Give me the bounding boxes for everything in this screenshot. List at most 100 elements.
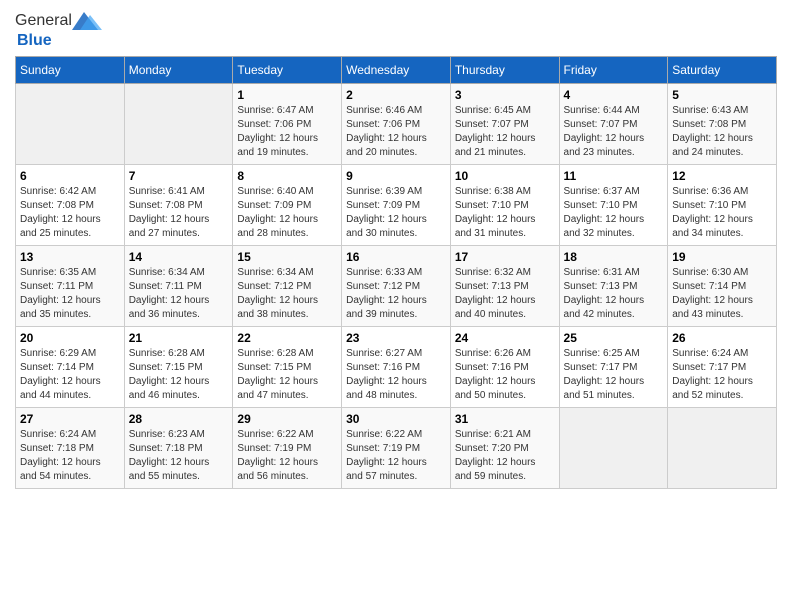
day-number: 5 (672, 88, 772, 102)
day-number: 14 (129, 250, 229, 264)
week-row-5: 27 Sunrise: 6:24 AM Sunset: 7:18 PM Dayli… (16, 408, 777, 489)
day-cell: 20 Sunrise: 6:29 AM Sunset: 7:14 PM Dayli… (16, 327, 125, 408)
day-cell: 17Sunrise: 6:32 AM Sunset: 7:13 PM Dayli… (450, 246, 559, 327)
day-info: Sunrise: 6:27 AM Sunset: 7:16 PM Dayligh… (346, 347, 446, 403)
day-cell: 16 Sunrise: 6:33 AM Sunset: 7:12 PM Dayli… (342, 246, 451, 327)
header-day-thursday: Thursday (450, 57, 559, 84)
day-number: 19 (672, 250, 772, 264)
day-cell (559, 408, 668, 489)
day-number: 31 (455, 412, 555, 426)
day-cell: 5 Sunrise: 6:43 AM Sunset: 7:08 PM Daylig… (668, 84, 777, 165)
header-day-friday: Friday (559, 57, 668, 84)
day-number: 26 (672, 331, 772, 345)
day-cell: 1Sunrise: 6:47 AM Sunset: 7:06 PM Daylig… (233, 84, 342, 165)
calendar-body: 1Sunrise: 6:47 AM Sunset: 7:06 PM Daylig… (16, 84, 777, 489)
day-info: Sunrise: 6:28 AM Sunset: 7:15 PM Dayligh… (129, 347, 229, 403)
day-cell: 12 Sunrise: 6:36 AM Sunset: 7:10 PM Dayli… (668, 165, 777, 246)
day-cell: 14Sunrise: 6:34 AM Sunset: 7:11 PM Dayli… (124, 246, 233, 327)
day-cell: 30 Sunrise: 6:22 AM Sunset: 7:19 PM Dayli… (342, 408, 451, 489)
header-day-monday: Monday (124, 57, 233, 84)
day-info: Sunrise: 6:36 AM Sunset: 7:10 PM Dayligh… (672, 185, 772, 241)
day-number: 7 (129, 169, 229, 183)
day-info: Sunrise: 6:32 AM Sunset: 7:13 PM Dayligh… (455, 266, 555, 322)
day-cell: 21 Sunrise: 6:28 AM Sunset: 7:15 PM Dayli… (124, 327, 233, 408)
day-info: Sunrise: 6:24 AM Sunset: 7:18 PM Dayligh… (20, 428, 120, 484)
day-cell: 13 Sunrise: 6:35 AM Sunset: 7:11 PM Dayli… (16, 246, 125, 327)
day-number: 22 (237, 331, 337, 345)
day-number: 15 (237, 250, 337, 264)
day-number: 6 (20, 169, 120, 183)
header-day-tuesday: Tuesday (233, 57, 342, 84)
page-header: General Blue (15, 10, 777, 50)
day-number: 20 (20, 331, 120, 345)
day-info: Sunrise: 6:41 AM Sunset: 7:08 PM Dayligh… (129, 185, 229, 241)
day-cell: 8 Sunrise: 6:40 AM Sunset: 7:09 PM Daylig… (233, 165, 342, 246)
day-info: Sunrise: 6:37 AM Sunset: 7:10 PM Dayligh… (564, 185, 664, 241)
day-number: 28 (129, 412, 229, 426)
day-info: Sunrise: 6:34 AM Sunset: 7:12 PM Dayligh… (237, 266, 337, 322)
header-day-sunday: Sunday (16, 57, 125, 84)
day-info: Sunrise: 6:26 AM Sunset: 7:16 PM Dayligh… (455, 347, 555, 403)
day-cell: 25 Sunrise: 6:25 AM Sunset: 7:17 PM Dayli… (559, 327, 668, 408)
day-number: 30 (346, 412, 446, 426)
day-cell: 18Sunrise: 6:31 AM Sunset: 7:13 PM Dayli… (559, 246, 668, 327)
day-info: Sunrise: 6:33 AM Sunset: 7:12 PM Dayligh… (346, 266, 446, 322)
day-number: 16 (346, 250, 446, 264)
day-info: Sunrise: 6:28 AM Sunset: 7:15 PM Dayligh… (237, 347, 337, 403)
day-number: 8 (237, 169, 337, 183)
day-info: Sunrise: 6:44 AM Sunset: 7:07 PM Dayligh… (564, 104, 664, 160)
header-day-wednesday: Wednesday (342, 57, 451, 84)
day-info: Sunrise: 6:30 AM Sunset: 7:14 PM Dayligh… (672, 266, 772, 322)
day-cell: 4 Sunrise: 6:44 AM Sunset: 7:07 PM Daylig… (559, 84, 668, 165)
day-info: Sunrise: 6:21 AM Sunset: 7:20 PM Dayligh… (455, 428, 555, 484)
day-info: Sunrise: 6:35 AM Sunset: 7:11 PM Dayligh… (20, 266, 120, 322)
day-info: Sunrise: 6:25 AM Sunset: 7:17 PM Dayligh… (564, 347, 664, 403)
day-number: 4 (564, 88, 664, 102)
week-row-4: 20 Sunrise: 6:29 AM Sunset: 7:14 PM Dayli… (16, 327, 777, 408)
day-info: Sunrise: 6:22 AM Sunset: 7:19 PM Dayligh… (237, 428, 337, 484)
week-row-2: 6Sunrise: 6:42 AM Sunset: 7:08 PM Daylig… (16, 165, 777, 246)
week-row-3: 13 Sunrise: 6:35 AM Sunset: 7:11 PM Dayli… (16, 246, 777, 327)
day-info: Sunrise: 6:39 AM Sunset: 7:09 PM Dayligh… (346, 185, 446, 241)
day-cell: 11 Sunrise: 6:37 AM Sunset: 7:10 PM Dayli… (559, 165, 668, 246)
day-number: 29 (237, 412, 337, 426)
day-number: 24 (455, 331, 555, 345)
day-cell: 28 Sunrise: 6:23 AM Sunset: 7:18 PM Dayli… (124, 408, 233, 489)
calendar-table: SundayMondayTuesdayWednesdayThursdayFrid… (15, 56, 777, 489)
day-number: 25 (564, 331, 664, 345)
day-info: Sunrise: 6:46 AM Sunset: 7:06 PM Dayligh… (346, 104, 446, 160)
header-day-saturday: Saturday (668, 57, 777, 84)
day-number: 9 (346, 169, 446, 183)
day-info: Sunrise: 6:40 AM Sunset: 7:09 PM Dayligh… (237, 185, 337, 241)
day-cell: 7 Sunrise: 6:41 AM Sunset: 7:08 PM Daylig… (124, 165, 233, 246)
day-info: Sunrise: 6:45 AM Sunset: 7:07 PM Dayligh… (455, 104, 555, 160)
day-cell: 15 Sunrise: 6:34 AM Sunset: 7:12 PM Dayli… (233, 246, 342, 327)
day-cell: 19 Sunrise: 6:30 AM Sunset: 7:14 PM Dayli… (668, 246, 777, 327)
day-number: 12 (672, 169, 772, 183)
day-cell: 3 Sunrise: 6:45 AM Sunset: 7:07 PM Daylig… (450, 84, 559, 165)
day-cell: 10 Sunrise: 6:38 AM Sunset: 7:10 PM Dayli… (450, 165, 559, 246)
day-number: 11 (564, 169, 664, 183)
day-info: Sunrise: 6:22 AM Sunset: 7:19 PM Dayligh… (346, 428, 446, 484)
day-cell: 2 Sunrise: 6:46 AM Sunset: 7:06 PM Daylig… (342, 84, 451, 165)
week-row-1: 1Sunrise: 6:47 AM Sunset: 7:06 PM Daylig… (16, 84, 777, 165)
logo-general-text: General (15, 12, 72, 30)
logo-icon (72, 10, 102, 32)
day-number: 27 (20, 412, 120, 426)
day-cell: 22 Sunrise: 6:28 AM Sunset: 7:15 PM Dayli… (233, 327, 342, 408)
day-cell: 26 Sunrise: 6:24 AM Sunset: 7:17 PM Dayli… (668, 327, 777, 408)
day-info: Sunrise: 6:29 AM Sunset: 7:14 PM Dayligh… (20, 347, 120, 403)
day-cell: 31 Sunrise: 6:21 AM Sunset: 7:20 PM Dayli… (450, 408, 559, 489)
day-cell: 29 Sunrise: 6:22 AM Sunset: 7:19 PM Dayli… (233, 408, 342, 489)
day-cell: 24 Sunrise: 6:26 AM Sunset: 7:16 PM Dayli… (450, 327, 559, 408)
day-info: Sunrise: 6:23 AM Sunset: 7:18 PM Dayligh… (129, 428, 229, 484)
day-info: Sunrise: 6:38 AM Sunset: 7:10 PM Dayligh… (455, 185, 555, 241)
day-number: 13 (20, 250, 120, 264)
day-number: 21 (129, 331, 229, 345)
day-info: Sunrise: 6:24 AM Sunset: 7:17 PM Dayligh… (672, 347, 772, 403)
day-number: 10 (455, 169, 555, 183)
day-info: Sunrise: 6:43 AM Sunset: 7:08 PM Dayligh… (672, 104, 772, 160)
day-number: 2 (346, 88, 446, 102)
day-number: 3 (455, 88, 555, 102)
day-info: Sunrise: 6:47 AM Sunset: 7:06 PM Dayligh… (237, 104, 337, 160)
